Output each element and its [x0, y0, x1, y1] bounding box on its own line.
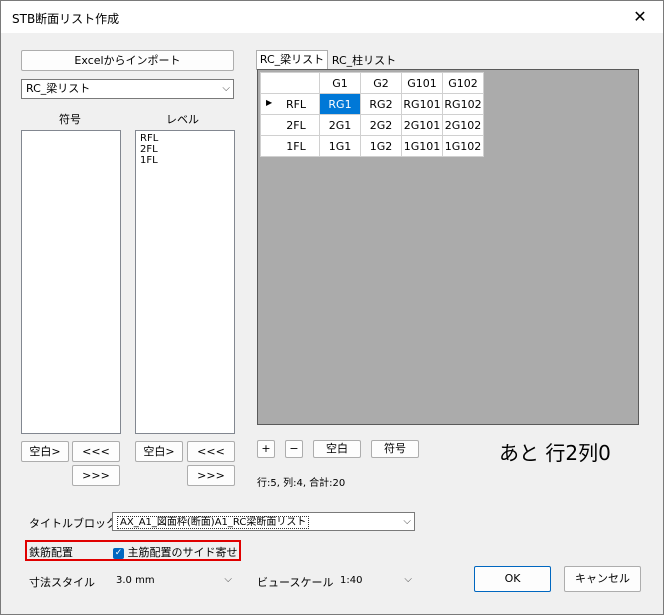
title-block-select[interactable]: AX_A1_図面枠(断面)A1_RC梁断面リスト ⌵ — [112, 512, 415, 531]
level-list[interactable]: RFL 2FL 1FL — [135, 130, 235, 434]
table-cell[interactable]: 2G101 — [401, 114, 443, 136]
dim-style-label: 寸法スタイル — [29, 576, 95, 589]
level-item[interactable]: RFL — [140, 133, 230, 144]
table-cell[interactable]: RG2 — [360, 93, 402, 115]
chevron-down-icon: ⌵ — [403, 516, 411, 527]
excel-import-button[interactable]: Excelからインポート — [21, 50, 234, 71]
remaining-count: あと 行2列0 — [499, 441, 611, 465]
dim-style-value: 3.0 mm — [116, 575, 155, 586]
chevron-down-icon: ⌵ — [224, 574, 232, 585]
grid-blank-button[interactable]: 空白 — [313, 440, 361, 458]
column-header[interactable]: G1 — [319, 72, 361, 94]
remove-row-button[interactable]: − — [285, 440, 303, 458]
list-type-value: RC_梁リスト — [26, 82, 91, 95]
add-row-button[interactable]: + — [257, 440, 275, 458]
column-header[interactable]: G2 — [360, 72, 402, 94]
table-cell[interactable]: 2G102 — [442, 114, 484, 136]
level-forward-button[interactable]: >>> — [187, 465, 235, 486]
close-icon[interactable]: ✕ — [617, 1, 663, 33]
symbol-back-button[interactable]: <<< — [72, 441, 120, 462]
current-row-icon: ▶ — [266, 97, 273, 107]
row-header[interactable]: ▶ RFL — [260, 93, 320, 115]
symbol-header: 符号 — [59, 113, 81, 126]
grid-symbol-button[interactable]: 符号 — [371, 440, 419, 458]
ok-button[interactable]: OK — [474, 566, 551, 592]
dialog-window: STB断面リスト作成 ✕ Excelからインポート RC_梁リスト ⌵ 符号 レ… — [0, 0, 664, 615]
table-cell[interactable]: 1G101 — [401, 135, 443, 157]
table-cell[interactable]: RG101 — [401, 93, 443, 115]
view-scale-select[interactable]: 1:40 ⌵ — [336, 571, 415, 590]
row-header[interactable]: 2FL — [260, 114, 320, 136]
tab-beam-list[interactable]: RC_梁リスト1 — [256, 50, 328, 84]
level-back-button[interactable]: <<< — [187, 441, 235, 462]
rebar-label: 鉄筋配置 — [29, 546, 73, 559]
cancel-button[interactable]: キャンセル — [564, 566, 641, 592]
grid-status: 行:5, 列:4, 合計:20 — [257, 478, 346, 489]
table-header-row: G1 G2 G101 G102 — [260, 72, 484, 94]
level-item[interactable]: 2FL — [140, 144, 230, 155]
title-block-value: AX_A1_図面枠(断面)A1_RC梁断面リスト — [117, 516, 310, 529]
table-cell[interactable]: 2G1 — [319, 114, 361, 136]
row-level: 2FL — [286, 118, 306, 132]
table-cell[interactable]: RG1 — [319, 93, 361, 115]
table-cell[interactable]: 1G1 — [319, 135, 361, 157]
level-header: レベル — [166, 113, 199, 126]
row-header[interactable]: 1FL — [260, 135, 320, 157]
chevron-down-icon: ⌵ — [222, 83, 230, 94]
symbol-blank-button[interactable]: 空白> — [21, 441, 69, 462]
table-cell[interactable]: 1G2 — [360, 135, 402, 157]
title-block-label: タイトルブロック — [29, 517, 117, 530]
table-row: ▶ RFL RG1 RG2 RG101 RG102 — [260, 93, 484, 115]
column-header[interactable]: G101 — [401, 72, 443, 94]
symbol-forward-button[interactable]: >>> — [72, 465, 120, 486]
title-bar: STB断面リスト作成 ✕ — [1, 1, 663, 33]
list-type-select[interactable]: RC_梁リスト ⌵ — [21, 79, 234, 99]
section-table: G1 G2 G101 G102 ▶ RFL RG1 RG2 RG101 RG102… — [260, 72, 484, 157]
side-align-label: 主筋配置のサイド寄せ — [127, 546, 238, 559]
dim-style-select[interactable]: 3.0 mm ⌵ — [112, 571, 235, 590]
chevron-down-icon: ⌵ — [404, 574, 412, 585]
level-blank-button[interactable]: 空白> — [135, 441, 183, 462]
view-scale-value: 1:40 — [340, 575, 363, 586]
checkmark-icon[interactable]: ✓ — [113, 547, 124, 559]
table-cell[interactable]: 1G102 — [442, 135, 484, 157]
table-cell[interactable]: RG102 — [442, 93, 484, 115]
section-grid[interactable]: G1 G2 G101 G102 ▶ RFL RG1 RG2 RG101 RG102… — [257, 69, 639, 425]
row-level: 1FL — [286, 139, 306, 153]
level-item[interactable]: 1FL — [140, 155, 230, 166]
symbol-list[interactable] — [21, 130, 121, 434]
side-align-checkbox[interactable]: ✓ 主筋配置のサイド寄せ — [113, 544, 238, 560]
view-scale-label: ビュースケール — [257, 576, 334, 589]
tab-column-list[interactable]: RC_柱リスト1 — [329, 53, 399, 83]
column-header[interactable]: G102 — [442, 72, 484, 94]
table-row: 2FL 2G1 2G2 2G101 2G102 — [260, 114, 484, 136]
table-row: 1FL 1G1 1G2 1G101 1G102 — [260, 135, 484, 157]
row-level: RFL — [285, 97, 307, 111]
corner-cell — [260, 72, 320, 94]
table-cell[interactable]: 2G2 — [360, 114, 402, 136]
window-title: STB断面リスト作成 — [12, 12, 120, 26]
